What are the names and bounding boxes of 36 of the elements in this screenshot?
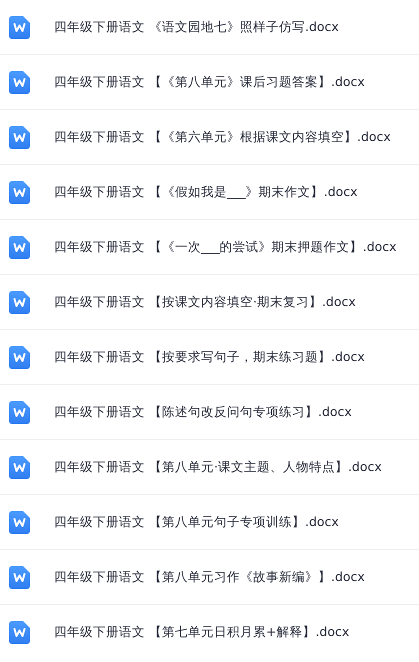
file-name: 四年级下册语文 【《一次___的尝试》期末押题作文】.docx	[54, 238, 397, 256]
file-row[interactable]: 四年级下册语文 【第八单元习作《故事新编》】.docx	[0, 550, 419, 605]
file-row[interactable]: 四年级下册语文 【《假如我是___》期末作文】.docx	[0, 165, 419, 220]
file-name: 四年级下册语文 【第七单元日积月累+解释】.docx	[54, 623, 350, 642]
document-icon	[9, 180, 30, 204]
document-icon	[9, 290, 30, 314]
document-icon	[9, 456, 30, 478]
document-icon	[9, 346, 30, 368]
document-icon	[9, 126, 30, 148]
file-row[interactable]: 四年级下册语文 【第八单元·课文主题、人物特点】.docx	[0, 440, 419, 495]
file-name: 四年级下册语文 【《假如我是___》期末作文】.docx	[54, 182, 358, 201]
file-row[interactable]: 四年级下册语文 《语文园地七》照样子仿写.docx	[0, 0, 419, 55]
file-row[interactable]: 四年级下册语文 【第七单元日积月累+解释】.docx	[0, 605, 419, 660]
file-name: 四年级下册语文 【陈述句改反问句专项练习】.docx	[54, 402, 352, 421]
file-row[interactable]: 四年级下册语文 【按要求写句子，期末练习题】.docx	[0, 330, 419, 385]
document-icon	[9, 236, 30, 258]
file-row[interactable]: 四年级下册语文 【《一次___的尝试》期末押题作文】.docx	[0, 220, 419, 275]
file-row[interactable]: 四年级下册语文 【按课文内容填空·期末复习】.docx	[0, 275, 419, 330]
document-icon	[9, 566, 30, 588]
file-name: 四年级下册语文 【第八单元句子专项训练】.docx	[54, 512, 339, 531]
file-name: 四年级下册语文 【按要求写句子，期末练习题】.docx	[54, 348, 365, 366]
file-row[interactable]: 四年级下册语文 【第八单元句子专项训练】.docx	[0, 495, 419, 550]
document-icon	[9, 400, 30, 424]
document-icon	[9, 510, 30, 534]
file-name: 四年级下册语文 【《第六单元》根据课文内容填空】.docx	[54, 128, 391, 146]
document-icon	[9, 70, 30, 94]
file-name: 四年级下册语文 【第八单元·课文主题、人物特点】.docx	[54, 458, 382, 476]
file-row[interactable]: 四年级下册语文 【陈述句改反问句专项练习】.docx	[0, 385, 419, 440]
document-icon	[9, 621, 30, 644]
file-name: 四年级下册语文 【第八单元习作《故事新编》】.docx	[54, 568, 365, 586]
file-name: 四年级下册语文 【《第八单元》课后习题答案】.docx	[54, 72, 365, 91]
file-row[interactable]: 四年级下册语文 【《第六单元》根据课文内容填空】.docx	[0, 110, 419, 165]
file-row[interactable]: 四年级下册语文 【《第八单元》课后习题答案】.docx	[0, 55, 419, 110]
document-icon	[9, 16, 30, 38]
file-name: 四年级下册语文 【按课文内容填空·期末复习】.docx	[54, 292, 356, 311]
file-name: 四年级下册语文 《语文园地七》照样子仿写.docx	[54, 18, 339, 36]
